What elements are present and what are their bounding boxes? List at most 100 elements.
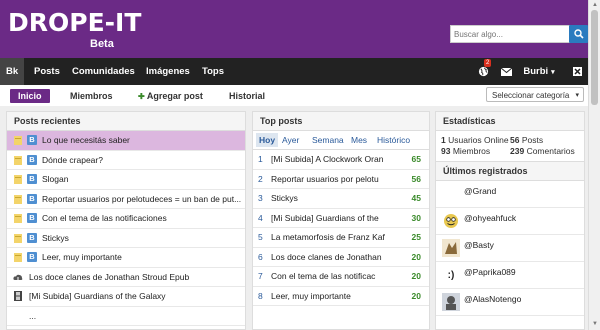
list-item[interactable]: Los doce clanes de Jonathan Stroud Epub — [7, 268, 245, 287]
post-title: Dónde crapear? — [42, 154, 103, 165]
avatar — [442, 185, 460, 203]
search-input[interactable] — [451, 26, 567, 42]
top-post-row[interactable]: 5 La metamorfosis de Franz Kaf 25 — [253, 228, 429, 248]
logout-button[interactable] — [570, 58, 584, 85]
category-select[interactable]: Seleccionar categoría ▾ — [486, 87, 584, 102]
post-title: Reportar usuarios por pelotu — [271, 173, 379, 184]
nav-tops[interactable]: Tops — [196, 58, 230, 85]
site-logo[interactable]: DROPE-IT — [8, 10, 141, 35]
avatar — [442, 239, 460, 257]
list-item[interactable]: B Slogan — [7, 170, 245, 190]
rank: 1 — [258, 154, 263, 164]
registered-user-row[interactable]: @Grand — [436, 181, 584, 208]
subnav-inicio[interactable]: Inicio — [10, 89, 50, 103]
subnav-agregar-post[interactable]: ✚ Agregar post — [138, 89, 203, 103]
registered-user-row[interactable]: @Basty — [436, 235, 584, 262]
top-post-row[interactable]: 4 [Mi Subida] Guardians of the 30 — [253, 209, 429, 228]
score: 45 — [411, 193, 421, 203]
top-post-row[interactable]: 7 Con el tema de las notificac 20 — [253, 267, 429, 287]
registered-user-row[interactable]: @ohyeahfuck — [436, 208, 584, 235]
rank: 6 — [258, 251, 263, 262]
note-icon — [14, 214, 22, 223]
score: 25 — [411, 232, 421, 242]
recent-posts-panel: Posts recientes B Lo que necesitás saber… — [6, 111, 246, 330]
subnav-agregar-post-label: Agregar post — [146, 91, 203, 101]
nav-bk[interactable]: Bk — [0, 58, 25, 85]
avatar — [442, 293, 460, 311]
scroll-down-icon[interactable]: ▼ — [591, 320, 599, 328]
post-title: Reportar usuarios por pelotudeces = un b… — [42, 193, 242, 204]
globe-icon — [478, 66, 488, 77]
messages-button[interactable] — [497, 58, 515, 85]
stats-block: 1 Usuarios Online 56 Posts 93 Miembros 2… — [436, 131, 584, 161]
avatar: :) — [447, 269, 455, 281]
main-content: Posts recientes B Lo que necesitás saber… — [0, 106, 588, 330]
top-post-row[interactable]: 1 [Mi Subida] A Clockwork Oran 65 — [253, 150, 429, 170]
post-title: ... — [29, 310, 37, 321]
post-title: Con el tema de las notificac — [271, 271, 376, 281]
subnav-historial[interactable]: Historial — [229, 89, 265, 103]
blog-icon: B — [27, 213, 37, 223]
subnav-miembros[interactable]: Miembros — [70, 89, 113, 103]
members-label: Miembros — [452, 146, 491, 156]
blog-icon: B — [27, 174, 37, 184]
list-item[interactable]: B Lo que necesitás saber — [7, 131, 245, 151]
search-box — [450, 25, 570, 43]
username: @Basty — [464, 240, 494, 250]
search-icon — [573, 29, 584, 39]
post-title: [Mi Subida] Guardians of the — [271, 212, 379, 223]
post-title: Leer, muy importante — [42, 252, 122, 262]
score: 20 — [411, 251, 421, 262]
note-icon — [14, 253, 22, 262]
list-item[interactable]: B Leer, muy importante — [7, 248, 245, 268]
avatar — [442, 212, 460, 230]
top-post-row[interactable]: 3 Stickys 45 — [253, 189, 429, 209]
score: 20 — [411, 271, 421, 281]
tab-semana[interactable]: Semana — [312, 133, 344, 147]
comments-count: 239 — [510, 146, 525, 156]
tab-hoy[interactable]: Hoy — [256, 133, 279, 147]
registered-user-row[interactable]: @AlasNotengo — [436, 289, 584, 316]
comments-label: Comentarios — [526, 146, 575, 156]
stats-panel: Estadísticas 1 Usuarios Online 56 Posts … — [435, 111, 585, 330]
search-button[interactable] — [569, 25, 588, 43]
score: 65 — [411, 154, 421, 164]
list-item[interactable]: [Mi Subida] Guardians of the Galaxy — [7, 287, 245, 307]
score: 20 — [411, 290, 421, 301]
top-post-row[interactable]: 6 Los doce clanes de Jonathan 20 — [253, 248, 429, 267]
top-post-row[interactable]: 8 Leer, muy importante 20 — [253, 287, 429, 306]
post-title: La metamorfosis de Franz Kaf — [271, 232, 385, 242]
top-posts-title: Top posts — [253, 112, 429, 131]
rank: 7 — [258, 271, 263, 281]
blog-icon: B — [27, 154, 37, 165]
chevron-down-icon: ▾ — [551, 68, 555, 76]
scrollbar-thumb[interactable] — [591, 10, 598, 105]
rank: 4 — [258, 212, 263, 223]
page-scrollbar[interactable]: ▲ ▼ — [588, 0, 600, 330]
registered-user-row[interactable]: :) @Paprika089 — [436, 262, 584, 289]
tab-mes[interactable]: Mes — [351, 133, 367, 147]
nav-imagenes[interactable]: Imágenes — [140, 58, 196, 85]
top-post-row[interactable]: 2 Reportar usuarios por pelotu 56 — [253, 170, 429, 189]
blog-icon: B — [27, 135, 37, 145]
main-navbar: Bk Posts Comunidades Imágenes Tops 2 Bur… — [0, 58, 588, 85]
list-item[interactable]: B Stickys — [7, 229, 245, 248]
list-item[interactable]: ... — [7, 307, 245, 326]
user-menu[interactable]: Burbi ▾ — [522, 58, 556, 85]
tab-historico[interactable]: Histórico — [377, 133, 410, 147]
rank: 8 — [258, 290, 263, 301]
envelope-icon — [500, 67, 512, 76]
scroll-up-icon[interactable]: ▲ — [591, 1, 599, 9]
nav-comunidades[interactable]: Comunidades — [66, 58, 141, 85]
list-item[interactable]: B Dónde crapear? — [7, 151, 245, 170]
tab-ayer[interactable]: Ayer — [282, 133, 299, 147]
notifications-button[interactable]: 2 — [474, 58, 492, 85]
username: @AlasNotengo — [464, 294, 522, 304]
posts-count: 56 — [510, 135, 520, 145]
list-item[interactable]: B Reportar usuarios por pelotudeces = un… — [7, 190, 245, 209]
rank: 2 — [258, 173, 263, 184]
nav-posts[interactable]: Posts — [28, 58, 66, 85]
list-item[interactable]: B Con el tema de las notificaciones — [7, 209, 245, 229]
top-posts-tabs: Hoy Ayer Semana Mes Histórico — [253, 131, 429, 150]
score: 30 — [411, 212, 421, 223]
